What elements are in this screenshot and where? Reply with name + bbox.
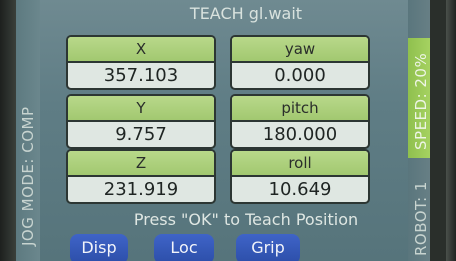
disp-button[interactable]: Disp [70,234,128,261]
teach-pendant-screen: JOG MODE: COMP TEACH gl.wait X 357.103 Y… [16,0,430,261]
roll-label: roll [232,151,368,177]
x-field[interactable]: X 357.103 [66,35,216,90]
speed-block[interactable]: SPEED: 20% [408,38,430,158]
robot-indicator: ROBOT: 1 [412,181,430,256]
roll-value: 10.649 [268,179,332,200]
loc-button[interactable]: Loc [154,234,214,261]
z-label: Z [68,151,214,177]
roll-field[interactable]: roll 10.649 [230,149,370,204]
grip-button[interactable]: Grip [236,234,300,261]
y-label: Y [68,96,214,122]
pitch-value: 180.000 [262,124,338,145]
yaw-label: yaw [232,37,368,63]
pitch-field[interactable]: pitch 180.000 [230,94,370,149]
jog-mode-indicator: JOG MODE: COMP [19,106,37,247]
device-bezel-right [446,0,456,261]
x-value: 357.103 [103,65,179,86]
y-value: 9.757 [115,124,167,145]
y-field[interactable]: Y 9.757 [66,94,216,149]
teach-instruction: Press "OK" to Teach Position [133,210,359,229]
jog-mode-strip: JOG MODE: COMP [16,0,40,261]
z-field[interactable]: Z 231.919 [66,149,216,204]
x-label: X [68,37,214,63]
screen-title: TEACH gl.wait [189,4,303,23]
pitch-label: pitch [232,96,368,122]
device-bezel-left [0,0,16,261]
z-value: 231.919 [103,179,179,200]
status-strip: ROBOT: 1 SPEED: 20% [408,0,430,261]
speed-indicator: SPEED: 20% [412,52,430,150]
yaw-field[interactable]: yaw 0.000 [230,35,370,90]
yaw-value: 0.000 [274,65,326,86]
